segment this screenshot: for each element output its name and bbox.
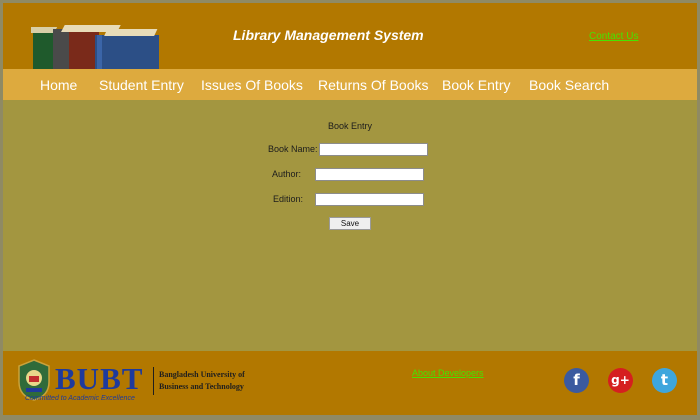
book-name-label: Book Name:	[268, 144, 318, 154]
bubt-logo-text: BUBT	[55, 361, 144, 396]
facebook-icon[interactable]: f	[564, 368, 589, 393]
university-tagline: Committed to Academic Excellence	[25, 395, 135, 402]
university-name-line2: Business and Technology	[159, 382, 244, 391]
author-label: Author:	[272, 169, 302, 179]
form-title: Book Entry	[327, 121, 373, 131]
main-nav: Home Student Entry Issues Of Books Retur…	[3, 69, 697, 100]
edition-label: Edition:	[273, 194, 304, 204]
nav-book-search[interactable]: Book Search	[529, 77, 609, 93]
nav-issues-of-books[interactable]: Issues Of Books	[201, 77, 303, 93]
twitter-icon[interactable]: t	[652, 368, 677, 393]
save-button[interactable]: Save	[329, 217, 371, 230]
about-developers-link[interactable]: About Developers	[412, 368, 484, 378]
app-title: Library Management System	[233, 27, 424, 43]
university-name-line1: Bangladesh University of	[159, 370, 245, 379]
nav-home[interactable]: Home	[40, 77, 77, 93]
nav-student-entry[interactable]: Student Entry	[99, 77, 184, 93]
page-frame: Library Management System Contact Us Hom…	[3, 3, 697, 415]
author-input[interactable]	[315, 168, 424, 181]
logo-divider	[153, 367, 154, 395]
edition-input[interactable]	[315, 193, 424, 206]
contact-us-link[interactable]: Contact Us	[589, 31, 638, 42]
nav-book-entry[interactable]: Book Entry	[442, 77, 510, 93]
header: Library Management System Contact Us	[3, 3, 697, 69]
books-logo-icon	[31, 25, 159, 69]
google-plus-icon[interactable]: g+	[608, 368, 633, 393]
footer: BUBT Bangladesh University of Business a…	[3, 351, 697, 415]
nav-returns-of-books[interactable]: Returns Of Books	[318, 77, 429, 93]
book-name-input[interactable]	[319, 143, 428, 156]
